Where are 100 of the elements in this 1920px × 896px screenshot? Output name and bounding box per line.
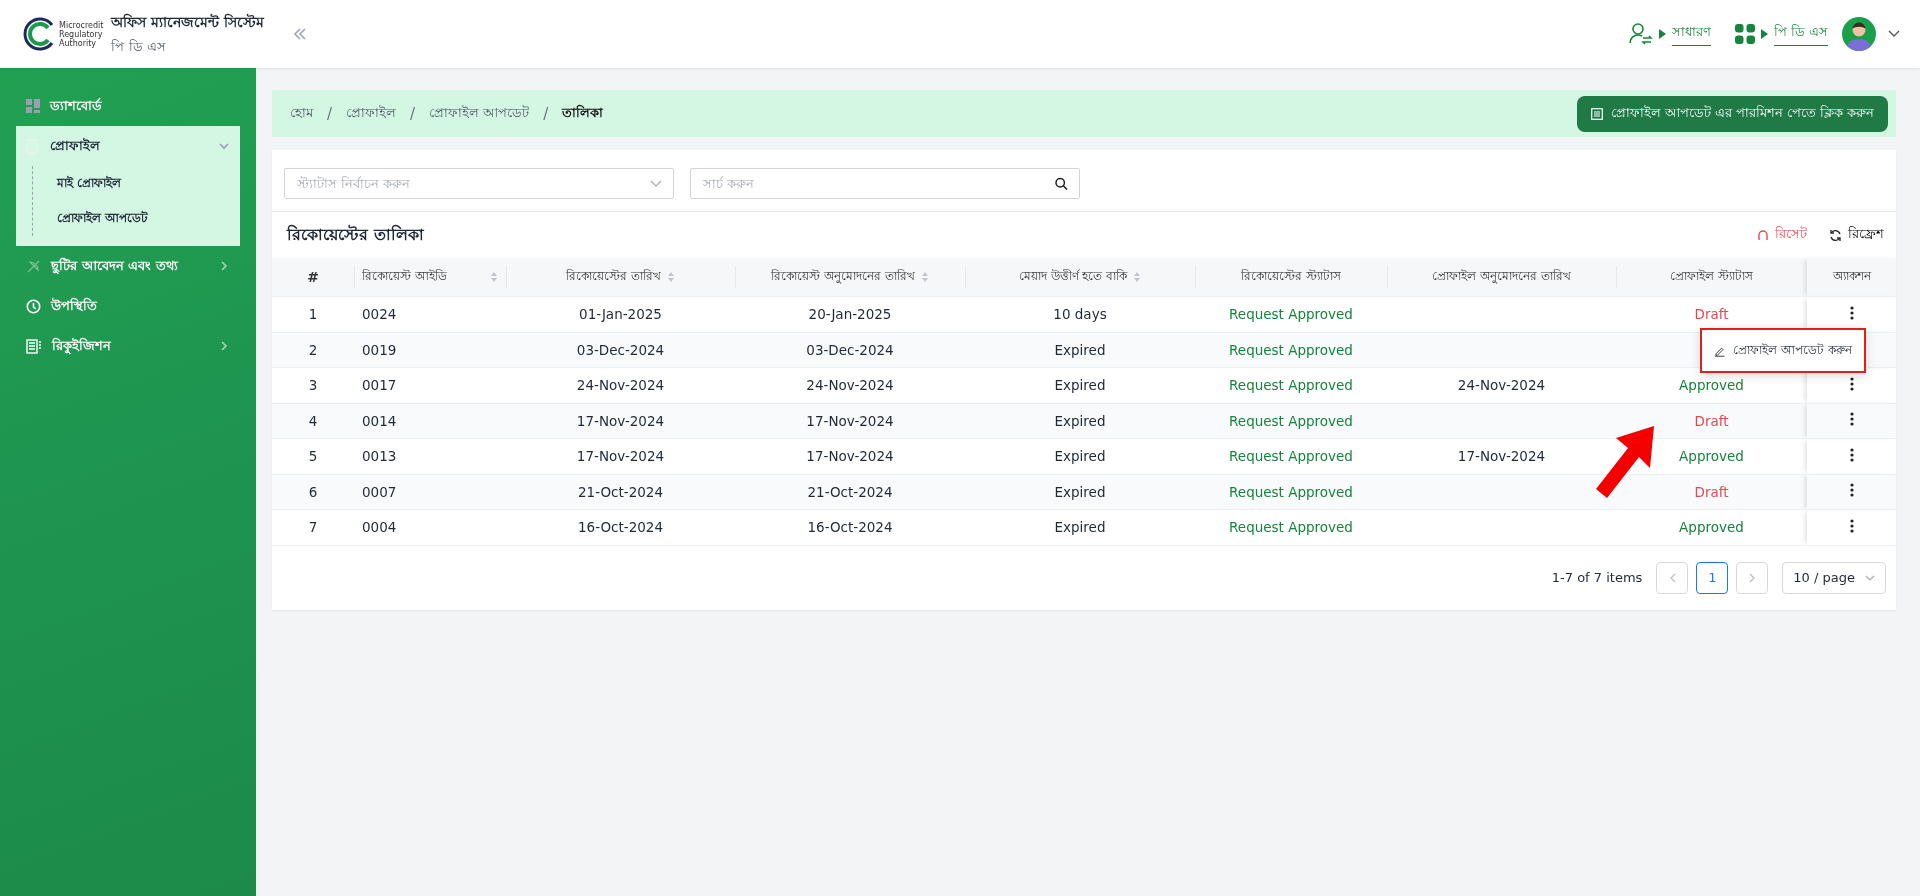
user-switch-icon[interactable]: [1628, 23, 1653, 45]
table-cell: 24-Nov-2024: [506, 367, 735, 403]
column-header[interactable]: রিকোয়েস্ট আইডি: [354, 258, 506, 297]
column-header: রিকোয়েস্টের স্ট্যাটাস: [1195, 258, 1387, 297]
action-menu-item[interactable]: প্রোফাইল আপডেট করুন: [1700, 328, 1866, 373]
clock-icon: [26, 298, 41, 314]
breadcrumb-item: তালিকা: [562, 103, 604, 122]
table-cell: 3: [272, 367, 354, 403]
more-icon[interactable]: [1849, 376, 1854, 391]
table-cell: 0007: [354, 474, 506, 510]
chevron-down-icon[interactable]: [1888, 30, 1900, 38]
table-cell: 5: [272, 438, 354, 474]
table-cell: 17-Nov-2024: [506, 438, 735, 474]
avatar[interactable]: [1842, 17, 1876, 51]
logo-text: Regulatory: [59, 29, 104, 39]
column-header: অ্যাকশন: [1807, 258, 1896, 297]
app-title: অফিস ম্যানেজমেন্ট সিস্টেম: [111, 12, 265, 32]
list-icon: [1591, 107, 1604, 120]
table-cell: 17-Nov-2024: [735, 403, 965, 439]
table-cell: 0004: [354, 509, 506, 545]
play-icon: [1658, 29, 1666, 39]
search-field[interactable]: সার্চ করুন: [690, 168, 1080, 199]
breadcrumb-separator: /: [410, 104, 416, 123]
table-cell: 17-Nov-2024: [735, 438, 965, 474]
table-cell: 21-Oct-2024: [506, 474, 735, 510]
sidebar-item[interactable]: ছুটির আবেদন এবং তথ্য: [0, 246, 256, 286]
refresh-button[interactable]: রিফ্রেশ: [1829, 225, 1884, 245]
sidebar-item[interactable]: প্রোফাইল: [16, 126, 240, 166]
column-header: প্রোফাইল স্ট্যাটাস: [1616, 258, 1807, 297]
table-cell: 01-Jan-2025: [506, 296, 735, 332]
table-cell: Expired: [965, 509, 1195, 545]
chevron-down-icon: [1865, 574, 1875, 581]
logo-icon: [22, 17, 56, 51]
table-cell: Request Approved: [1195, 367, 1387, 403]
table-cell: 16-Oct-2024: [506, 509, 735, 545]
breadcrumb-item[interactable]: হোম: [290, 103, 313, 124]
table-cell: 16-Oct-2024: [735, 509, 965, 545]
table-cell: 20-Jan-2025: [735, 296, 965, 332]
pagination-summary: 1-7 of 7 items: [1551, 570, 1643, 585]
requisition-icon: [26, 338, 42, 354]
app-subtitle: পি ডি এস: [111, 37, 167, 56]
chevron-left-icon: [1668, 572, 1676, 583]
table-cell: 4: [272, 403, 354, 439]
status-text: Draft: [1616, 403, 1807, 439]
status-text: Approved: [1616, 509, 1807, 545]
page-button[interactable]: 1: [1696, 561, 1729, 594]
table-cell: Request Approved: [1195, 509, 1387, 545]
table-cell: 0017: [354, 367, 506, 403]
breadcrumb-item[interactable]: প্রোফাইল: [346, 103, 397, 124]
reset-button[interactable]: রিসেট: [1757, 225, 1807, 245]
table-cell: 6: [272, 474, 354, 510]
table-cell: 03-Dec-2024: [506, 332, 735, 368]
table-cell: 1: [272, 296, 354, 332]
dashboard-icon: [26, 99, 40, 113]
table-cell: 24-Nov-2024: [1387, 367, 1616, 403]
table-cell: Request Approved: [1195, 403, 1387, 439]
table-cell: 10 days: [965, 296, 1195, 332]
more-icon[interactable]: [1849, 518, 1854, 533]
office-link[interactable]: পি ডি এস: [1773, 22, 1828, 46]
submenu-item[interactable]: প্রোফাইল আপডেট: [33, 201, 240, 236]
chevron-right-icon: [1748, 572, 1756, 583]
table-cell: Request Approved: [1195, 438, 1387, 474]
apps-grid-icon[interactable]: [1734, 24, 1755, 44]
table-cell: 2: [272, 332, 354, 368]
more-icon[interactable]: [1849, 447, 1854, 462]
table-cell: Request Approved: [1195, 332, 1387, 368]
role-link[interactable]: সাধারণ: [1671, 22, 1711, 46]
table-cell: Expired: [965, 367, 1195, 403]
column-header: #: [272, 258, 354, 297]
page-size-select[interactable]: 10 / page: [1782, 561, 1886, 594]
sidebar-item[interactable]: উপস্থিতি: [0, 286, 256, 326]
table-cell: Expired: [965, 438, 1195, 474]
column-header[interactable]: মেয়াদ উত্তীর্ণ হতে বাকি: [965, 258, 1195, 297]
status-text: Draft: [1616, 474, 1807, 510]
sidebar-item[interactable]: রিকুইজিশন: [0, 326, 256, 366]
table-cell: 0019: [354, 332, 506, 368]
collapse-icon[interactable]: [292, 26, 309, 42]
status-select[interactable]: স্ট্যাটাস নির্বাচন করুন: [284, 168, 674, 199]
search-icon[interactable]: [1055, 177, 1068, 190]
table-cell: Expired: [965, 403, 1195, 439]
table-cell: Request Approved: [1195, 296, 1387, 332]
more-icon[interactable]: [1849, 305, 1854, 320]
table-cell: 03-Dec-2024: [735, 332, 965, 368]
breadcrumb-item[interactable]: প্রোফাইল আপডেট: [429, 103, 530, 124]
permission-button[interactable]: প্রোফাইল আপডেট এর পারমিশন পেতে ক্লিক করুন: [1577, 95, 1888, 132]
column-header: প্রোফাইল অনুমোদনের তারিখ: [1387, 258, 1616, 297]
column-header[interactable]: রিকোয়েস্ট অনুমোদনের তারিখ: [735, 258, 965, 297]
more-icon[interactable]: [1849, 483, 1854, 498]
table-cell: Expired: [965, 474, 1195, 510]
table-cell: Expired: [965, 332, 1195, 368]
table-cell: 0013: [354, 438, 506, 474]
play-icon: [1760, 29, 1768, 39]
table-cell: 24-Nov-2024: [735, 367, 965, 403]
logo-text: Microcredit: [59, 20, 104, 30]
table-cell: 0014: [354, 403, 506, 439]
column-header[interactable]: রিকোয়েস্টের তারিখ: [506, 258, 735, 297]
more-icon[interactable]: [1849, 412, 1854, 427]
breadcrumb-separator: /: [543, 104, 549, 123]
submenu-item[interactable]: মাই প্রোফাইল: [33, 166, 240, 201]
chevron-down-icon: [650, 179, 662, 188]
